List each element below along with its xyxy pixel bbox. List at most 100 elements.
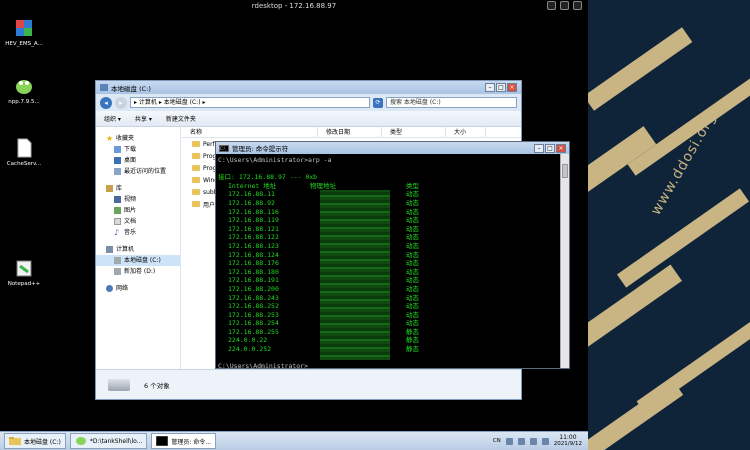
folder-icon — [192, 177, 200, 183]
arp-ip: 172.16.88.122 — [228, 233, 279, 242]
network-icon[interactable] — [529, 437, 537, 445]
explorer-minimize-button[interactable]: – — [485, 83, 495, 92]
cmd-minimize-button[interactable]: – — [534, 143, 544, 153]
arp-type: 动态 — [406, 216, 419, 225]
remote-desktop-screen: www.ddosi.org rdesktop - 172.16.88.97 HE… — [0, 0, 750, 450]
arp-type: 动态 — [406, 276, 419, 285]
arp-ip: 224.0.0.252 — [228, 345, 272, 354]
maximize-button[interactable] — [560, 1, 569, 10]
nav-new-volume[interactable]: 新加卷 (D:) — [96, 266, 180, 277]
nav-desktop[interactable]: 桌面 — [96, 155, 180, 166]
search-input[interactable]: 搜索 本地磁盘 (C:) — [386, 97, 517, 108]
address-input[interactable]: ▸ 计算机 ▸ 本地磁盘 (C:) ▸ — [130, 97, 370, 108]
nav-recent[interactable]: 最近访问的位置 — [96, 166, 180, 177]
back-button[interactable]: ◂ — [100, 96, 112, 109]
explorer-maximize-button[interactable]: □ — [496, 83, 506, 92]
language-indicator[interactable]: CN — [493, 438, 501, 444]
rdesktop-title: rdesktop - 172.16.88.97 — [251, 2, 337, 10]
arp-ip: 172.16.88.123 — [228, 241, 279, 250]
explorer-close-button[interactable]: × — [507, 83, 517, 92]
cmd-window[interactable]: C:\ 管理员: 命令提示符 – □ × C:\Users\Administra… — [215, 141, 570, 371]
video-icon — [114, 196, 121, 203]
column-size[interactable]: 大小 — [446, 127, 486, 137]
nav-videos[interactable]: 视频 — [96, 194, 180, 205]
column-type[interactable]: 类型 — [382, 127, 446, 137]
refresh-icon[interactable]: ⟳ — [373, 97, 383, 108]
arp-ip: 172.16.88.176 — [228, 259, 279, 268]
arp-ip: 172.16.88.252 — [228, 302, 279, 311]
explorer-toolbar: 组织 ▾ 共享 ▾ 新建文件夹 — [96, 111, 521, 127]
help-icon[interactable] — [505, 437, 513, 445]
clock-time: 11:00 — [559, 434, 577, 441]
document-icon — [114, 218, 121, 225]
forward-button[interactable]: ▸ — [115, 96, 127, 109]
taskbar-item-cmd[interactable]: 管理员: 命令... — [151, 433, 217, 449]
download-icon — [114, 146, 121, 153]
minimize-button[interactable] — [547, 1, 556, 10]
volume-icon[interactable] — [541, 437, 549, 445]
nav-favorites[interactable]: ★ 收藏夹 — [96, 133, 180, 144]
arp-type: 动态 — [406, 302, 419, 311]
music-icon: ♪ — [114, 228, 120, 237]
cmd-maximize-button[interactable]: □ — [545, 143, 555, 153]
scrollbar-thumb[interactable] — [562, 164, 568, 178]
desktop-icon-cacheserv[interactable]: CacheServ... — [2, 138, 46, 167]
nav-downloads[interactable]: 下载 — [96, 144, 180, 155]
recent-icon — [114, 168, 121, 175]
console-icon: C:\ — [219, 144, 229, 152]
share-button[interactable]: 共享 ▾ — [135, 114, 152, 123]
drive-icon — [114, 268, 121, 275]
navigation-pane: ★ 收藏夹 下载 桌面 最近访问的位置 库 视频 图片 文档 ♪ 音乐 计算机 本地… — [96, 127, 181, 371]
desktop-icon-hev[interactable]: HEV_EMS_A... — [2, 18, 46, 47]
console-output[interactable]: C:\Users\Administrator>arp -a 接口: 172.16… — [216, 154, 560, 371]
cmd-close-button[interactable]: × — [556, 143, 566, 153]
nav-pictures[interactable]: 图片 — [96, 205, 180, 216]
nav-network[interactable]: 网络 — [96, 283, 180, 294]
prompt-line: C:\Users\Administrator>_ — [218, 362, 312, 371]
object-count: 6 个对象 — [144, 381, 170, 390]
header-ip: Internet 地址 — [228, 181, 277, 190]
arp-ip: 172.16.88.243 — [228, 293, 279, 302]
package-icon — [14, 18, 34, 38]
column-modified[interactable]: 修改日期 — [318, 127, 382, 137]
arp-ip: 172.16.88.180 — [228, 267, 279, 276]
organize-button[interactable]: 组织 ▾ — [104, 114, 121, 123]
system-tray: CN 11:00 2021/9/12 — [493, 434, 588, 448]
close-button[interactable] — [573, 1, 582, 10]
arp-ip: 224.0.0.22 — [228, 336, 268, 345]
nav-libraries[interactable]: 库 — [96, 183, 180, 194]
cmd-titlebar[interactable]: C:\ 管理员: 命令提示符 – □ × — [216, 142, 569, 154]
column-name[interactable]: 名称 — [182, 127, 318, 137]
arp-type: 动态 — [406, 250, 419, 259]
clock[interactable]: 11:00 2021/9/12 — [554, 434, 582, 448]
rdesktop-titlebar: rdesktop - 172.16.88.97 — [0, 0, 588, 12]
network-icon — [106, 285, 113, 292]
interface-line: 接口: 172.16.88.97 --- 0xb — [218, 173, 318, 182]
arp-type: 动态 — [406, 190, 419, 199]
taskbar-item-notepad[interactable]: *D:\tankShell\lo... — [69, 433, 148, 449]
taskbar: 本地磁盘 (C:) *D:\tankShell\lo... 管理员: 命令...… — [0, 431, 588, 450]
arp-type: 静态 — [406, 336, 419, 345]
folder-icon — [192, 201, 200, 207]
arp-type: 动态 — [406, 207, 419, 216]
clock-date: 2021/9/12 — [553, 441, 582, 447]
explorer-titlebar[interactable]: 本地磁盘 (C:) – □ × — [96, 81, 521, 94]
nav-documents[interactable]: 文档 — [96, 216, 180, 227]
arp-type: 动态 — [406, 293, 419, 302]
nav-music[interactable]: ♪ 音乐 — [96, 227, 180, 238]
wallpaper: www.ddosi.org — [588, 0, 750, 450]
flag-icon[interactable] — [517, 437, 525, 445]
folder-icon — [192, 153, 200, 159]
nav-computer[interactable]: 计算机 — [96, 244, 180, 255]
arp-type: 动态 — [406, 319, 419, 328]
cmd-scrollbar[interactable] — [560, 154, 569, 368]
desktop-icon-npp[interactable]: npp.7.9.5... — [2, 76, 46, 105]
star-icon: ★ — [106, 134, 114, 143]
arp-type: 动态 — [406, 310, 419, 319]
cmd-title: 管理员: 命令提示符 — [232, 145, 289, 153]
nav-local-disk[interactable]: 本地磁盘 (C:) — [96, 255, 180, 266]
drive-icon — [108, 378, 130, 391]
desktop-icon-notepadpp[interactable]: Notepad++ — [2, 258, 46, 287]
taskbar-item-explorer[interactable]: 本地磁盘 (C:) — [4, 433, 66, 449]
new-folder-button[interactable]: 新建文件夹 — [166, 114, 196, 123]
